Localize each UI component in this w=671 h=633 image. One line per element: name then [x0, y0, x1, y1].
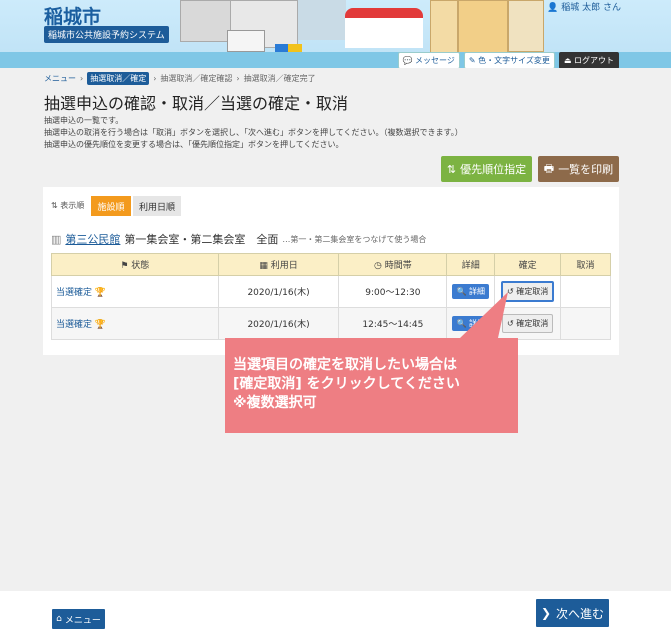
col-confirm: 確定 — [494, 253, 562, 276]
instruction-callout: 当選項目の確定を取消したい場合は [確定取消] をクリックしてください ※複数選… — [225, 338, 518, 433]
col-detail: 詳細 — [446, 253, 496, 276]
col-cancel: 取消 — [560, 253, 611, 276]
col-status: ⚑ 状態 — [51, 253, 219, 276]
result-panel: ⇅ 表示順 施設順 利用日順 ▥ 第三公民館 第一集会室・第二集会室 全面 …第… — [43, 187, 619, 355]
user-name: 👤 稲城 太郎 さん — [547, 3, 621, 13]
priority-button[interactable]: ⇅ 優先順位指定 — [441, 156, 532, 182]
header: 稲城市 稲城市公共施設予約システム 👤 稲城 太郎 さん 💬 メッセージ ✎ 色… — [0, 0, 671, 68]
facility-name[interactable]: 第三公民館 — [65, 231, 120, 247]
city-name: 稲城市 — [44, 6, 102, 28]
building-icon: ▥ — [51, 232, 62, 246]
page-description: 抽選申込の一覧です。 抽選申込の取消を行う場合は「取消」ボタンを選択し、「次へ進… — [44, 116, 463, 149]
col-date: ▦ 利用日 — [217, 253, 340, 276]
color-font-button[interactable]: ✎ 色・文字サイズ変更 — [463, 52, 555, 68]
logout-button[interactable]: ⏏ ログアウト — [558, 52, 619, 68]
room-note: …第一・第二集会室をつなげて使う場合 — [282, 234, 427, 244]
next-button[interactable]: ❯ 次へ進む — [536, 599, 609, 627]
breadcrumb-menu[interactable]: メニュー — [44, 73, 76, 84]
chevron-right-icon: ❯ — [540, 606, 552, 620]
table-row: 当選確定 🏆 2020/1/16(木) 9:00～12:30 🔍 詳細 ↺ 確定… — [51, 275, 611, 308]
sort-icon: ⇅ — [446, 162, 457, 176]
print-icon: 🖶 — [543, 161, 555, 175]
trophy-icon: 🏆 — [94, 320, 107, 330]
breadcrumb-step3: 抽選取消／確定完了 — [243, 74, 316, 83]
facility-heading: ▥ 第三公民館 第一集会室・第二集会室 全面 …第一・第二集会室をつなげて使う場… — [51, 231, 426, 247]
sort-by-date[interactable]: 利用日順 — [133, 196, 181, 216]
sort-by-facility[interactable]: 施設順 — [91, 196, 131, 216]
sort-label: ⇅ 表示順 — [51, 201, 85, 210]
col-time: ◷ 時間帯 — [338, 253, 448, 276]
system-name: 稲城市公共施設予約システム — [44, 26, 169, 43]
breadcrumb-step2: 抽選取消／確定確認 — [160, 74, 233, 83]
message-button[interactable]: 💬 メッセージ — [397, 52, 460, 68]
print-button[interactable]: 🖶 一覧を印刷 — [538, 156, 619, 182]
menu-button[interactable]: ⌂ メニュー — [52, 609, 105, 629]
room-name: 第一集会室・第二集会室 全面 — [124, 233, 279, 246]
breadcrumb: メニュー › 抽選取消／確定 › 抽選取消／確定確認 › 抽選取消／確定完了 — [44, 72, 316, 85]
page-title: 抽選申込の確認・取消／当選の確定・取消 — [44, 94, 349, 113]
breadcrumb-current: 抽選取消／確定 — [87, 72, 150, 85]
home-icon: ⌂ — [56, 614, 62, 624]
trophy-icon: 🏆 — [94, 288, 107, 298]
table-row: 当選確定 🏆 2020/1/16(木) 12:45～14:45 🔍 詳細 ↺ 確… — [51, 307, 611, 340]
lottery-table: ⚑ 状態 ▦ 利用日 ◷ 時間帯 詳細 確定 取消 当選確定 🏆 2020/1/… — [51, 253, 611, 340]
